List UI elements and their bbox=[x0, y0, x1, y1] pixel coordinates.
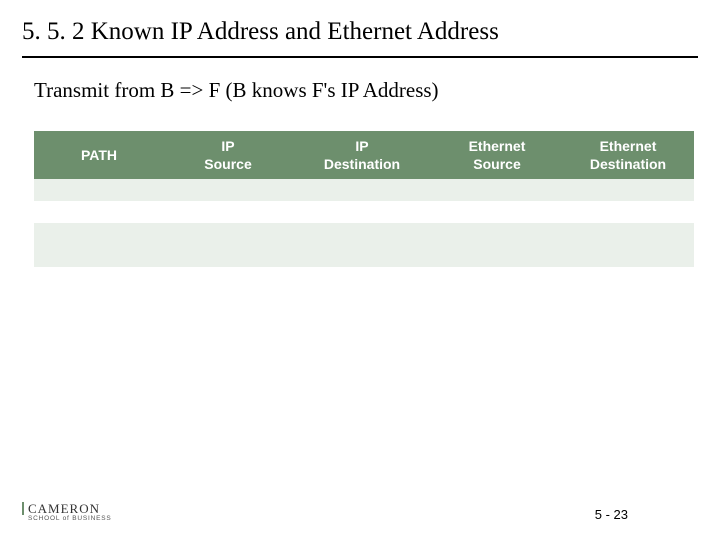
cell bbox=[292, 245, 432, 267]
cell bbox=[164, 223, 292, 245]
cell bbox=[562, 245, 694, 267]
title-divider bbox=[22, 56, 698, 58]
footer: CAMERON SCHOOL of BUSINESS 5 - 23 bbox=[22, 502, 698, 523]
logo-sub-text: SCHOOL of BUSINESS bbox=[28, 516, 112, 523]
logo-main-text: CAMERON bbox=[28, 502, 100, 515]
cell bbox=[164, 201, 292, 223]
cell bbox=[432, 245, 562, 267]
slide-subtitle: Transmit from B => F (B knows F's IP Add… bbox=[34, 78, 698, 103]
cell bbox=[562, 223, 694, 245]
table-row bbox=[34, 201, 694, 223]
table-row bbox=[34, 245, 694, 267]
logo-bar-icon bbox=[22, 502, 24, 515]
slide-title: 5. 5. 2 Known IP Address and Ethernet Ad… bbox=[22, 18, 698, 56]
table-row bbox=[34, 223, 694, 245]
cell bbox=[562, 179, 694, 201]
cell bbox=[562, 201, 694, 223]
table-row bbox=[34, 179, 694, 201]
logo: CAMERON SCHOOL of BUSINESS bbox=[22, 502, 112, 523]
th-path: PATH bbox=[34, 131, 164, 179]
cell bbox=[34, 223, 164, 245]
logo-main: CAMERON bbox=[22, 502, 112, 515]
cell bbox=[292, 179, 432, 201]
cell bbox=[34, 179, 164, 201]
th-ip-source: IPSource bbox=[164, 131, 292, 179]
th-ethernet-destination: EthernetDestination bbox=[562, 131, 694, 179]
page-number: 5 - 23 bbox=[595, 507, 628, 522]
cell bbox=[34, 201, 164, 223]
cell bbox=[34, 245, 164, 267]
cell bbox=[432, 179, 562, 201]
cell bbox=[164, 245, 292, 267]
data-table: PATH IPSource IPDestination EthernetSour… bbox=[34, 131, 694, 267]
cell bbox=[164, 179, 292, 201]
cell bbox=[432, 223, 562, 245]
th-ip-destination: IPDestination bbox=[292, 131, 432, 179]
cell bbox=[432, 201, 562, 223]
cell bbox=[292, 223, 432, 245]
table-header-row: PATH IPSource IPDestination EthernetSour… bbox=[34, 131, 694, 179]
cell bbox=[292, 201, 432, 223]
th-ethernet-source: EthernetSource bbox=[432, 131, 562, 179]
